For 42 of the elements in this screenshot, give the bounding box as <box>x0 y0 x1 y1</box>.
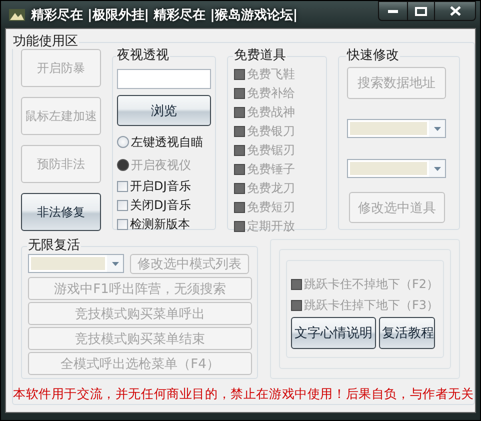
help-button[interactable]: 复活教程 <box>379 317 435 349</box>
group-title: 无限复活 <box>27 239 81 253</box>
radio-label: 左键透视自瞄 <box>131 134 203 150</box>
maximize-icon <box>415 6 427 16</box>
help-button[interactable]: 文字心情说明 <box>291 317 376 349</box>
checkbox-label: 免费龙刀 <box>247 180 295 196</box>
checkbox[interactable] <box>117 180 128 192</box>
browse-button[interactable]: 浏览 <box>117 95 211 126</box>
checkbox-label: 免费锤子 <box>247 160 295 178</box>
group-title: 夜视透视 <box>116 49 170 63</box>
checkbox-label: 定期开放 <box>247 218 295 234</box>
dropdown-arrow-icon <box>434 126 440 130</box>
checkbox-label: 免费补给 <box>247 84 295 102</box>
checkbox-label: 免费飞鞋 <box>247 66 295 82</box>
close-icon <box>450 6 460 16</box>
dropdown-arrow-icon <box>434 166 440 170</box>
path-field[interactable] <box>117 69 211 89</box>
checkbox-label: 免费银刀 <box>247 122 295 140</box>
checkbox[interactable] <box>117 200 128 210</box>
checkbox-label: 免费战神 <box>247 104 295 120</box>
checkbox-label: 开启DJ音乐 <box>130 178 191 194</box>
action-button[interactable]: 非法修复 <box>21 193 101 231</box>
checkbox-label: 检测新版本 <box>130 216 190 232</box>
checkbox-label: 跳跃卡住掉下地下（F3） <box>304 296 439 314</box>
checkbox-label: 免费锯刃 <box>247 142 295 158</box>
checkbox[interactable] <box>117 218 128 230</box>
close-button[interactable] <box>435 1 476 21</box>
minimize-icon <box>388 8 398 14</box>
checkbox-label: 关闭DJ音乐 <box>130 196 191 214</box>
maximize-button[interactable] <box>408 1 435 21</box>
disclaimer-text: 本软件用于交流，并无任何商业目的，禁止在游戏中使用！后果自负，与作者无关 <box>13 386 474 403</box>
minimize-button[interactable] <box>378 1 408 21</box>
app-icon <box>9 8 25 22</box>
group-title: 快速修改 <box>346 49 400 63</box>
group-title: 功能使用区 <box>12 35 79 49</box>
checkbox-label: 跳跃卡住不掉地下（F2） <box>304 276 439 292</box>
dropdown-arrow-icon <box>112 262 118 266</box>
window-title: 精彩尽在 |极限外挂| 精彩尽在 |猴岛游戏论坛| <box>31 6 298 24</box>
checkbox-label: 免费短刃 <box>247 198 295 216</box>
radio-label: 开启夜视仪 <box>131 156 191 174</box>
group-title: 免费道具 <box>233 49 287 63</box>
radio-button[interactable] <box>117 136 129 148</box>
